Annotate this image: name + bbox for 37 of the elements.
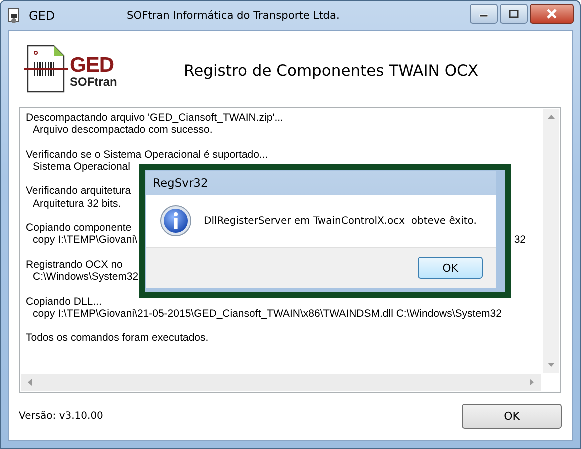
ok-button[interactable]: OK (418, 257, 483, 279)
maximize-button[interactable] (500, 4, 528, 24)
horizontal-scrollbar[interactable] (21, 374, 541, 391)
scroll-up-icon[interactable] (548, 115, 554, 119)
version-label: Versão: v3.10.00 (19, 411, 104, 422)
log-line: Verificando se o Sistema Operacional é suportado... (26, 148, 268, 161)
maximize-icon (509, 10, 519, 18)
scroll-left-icon[interactable] (28, 379, 32, 386)
log-line: Arquitetura 32 bits. (33, 198, 122, 210)
window-title: GED (29, 8, 56, 22)
ok-button[interactable]: OK (462, 404, 562, 429)
app-icon (7, 8, 21, 24)
scroll-down-icon[interactable] (548, 363, 554, 367)
log-line: Copiando DLL... (26, 296, 102, 308)
document-barcode-icon (24, 44, 68, 94)
log-line: copy I:\TEMP\Giovani\ (33, 234, 138, 247)
vertical-scrollbar[interactable] (543, 109, 559, 373)
logo-brand: SOFtran (70, 76, 118, 88)
close-button[interactable] (530, 4, 574, 24)
dialog-message: DllRegisterServer em TwainControlX.ocx obteve êxito. (204, 216, 477, 226)
log-line: Copiando componente (26, 222, 132, 234)
log-line: Descompactando arquivo 'GED_Ciansoft_TWAIN.zip'... (26, 112, 284, 124)
log-line: Arquivo descompactado com sucesso. (33, 124, 213, 136)
log-line: Registrando OCX no (26, 258, 123, 272)
log-line: 32 (514, 234, 526, 247)
log-line: Todos os comandos foram executados. (26, 332, 209, 344)
close-icon (546, 9, 558, 19)
log-line: copy I:\TEMP\Giovani\21-05-2015\GED_Ciansoft_TWAIN\x86\TWAINDSM.dll C:\Windows\System32 (33, 308, 502, 320)
window-subtitle: SOFtran Informática do Transporte Ltda. (127, 10, 341, 22)
info-icon (160, 205, 192, 237)
logo-text: GED (70, 54, 116, 76)
log-line: Sistema Operacional (33, 160, 130, 174)
dialog-title: RegSvr32 (152, 175, 210, 192)
log-line: Verificando arquitetura (26, 185, 132, 198)
log-line: C:\Windows\System32 (33, 271, 139, 284)
scroll-right-icon[interactable] (530, 379, 534, 386)
page-heading: Registro de Componentes TWAIN OCX (184, 62, 478, 80)
